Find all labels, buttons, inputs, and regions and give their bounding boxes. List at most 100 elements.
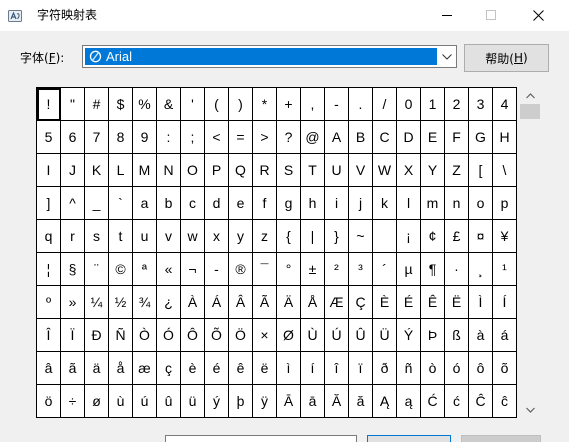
char-cell[interactable]: / [373,88,397,121]
char-cell[interactable]: j [349,187,373,220]
char-cell[interactable]: ¶ [421,253,445,286]
char-cell[interactable]: f [253,187,277,220]
char-cell[interactable]: ~ [349,220,373,253]
char-cell[interactable]: ® [229,253,253,286]
char-cell[interactable]: 0 [397,88,421,121]
char-cell[interactable]: ñ [397,352,421,385]
char-cell[interactable]: Þ [421,319,445,352]
char-cell[interactable]: [ [469,154,493,187]
char-cell[interactable]: Ù [301,319,325,352]
char-cell[interactable]: ° [277,253,301,286]
char-cell[interactable]: ä [85,352,109,385]
char-cell[interactable]: í [301,352,325,385]
char-cell[interactable]: Ā [277,385,301,418]
char-cell[interactable]: | [301,220,325,253]
char-cell[interactable]: Í [493,286,517,319]
char-cell[interactable]: 7 [85,121,109,154]
character-grid[interactable]: ! " # $% & '() * +, -./0 1 2 3 4 5 6 7 8 9:; < = >? @ A B C D E F G H… [36,87,517,418]
char-cell[interactable]: " [61,88,85,121]
char-cell[interactable]: ¿ [157,286,181,319]
char-cell[interactable]: 1 [421,88,445,121]
char-cell[interactable]: U [325,154,349,187]
char-cell[interactable]: ð [373,352,397,385]
scrollbar-thumb[interactable] [520,104,540,119]
char-cell[interactable]: £ [445,220,469,253]
char-cell[interactable]: m [421,187,445,220]
grid-scrollbar[interactable] [519,87,541,418]
char-cell[interactable]: Ă [325,385,349,418]
char-cell[interactable]: ² [325,253,349,286]
char-cell[interactable]: ) [229,88,253,121]
char-cell[interactable]: Ć [421,385,445,418]
char-cell[interactable]: ê [229,352,253,385]
char-cell[interactable]: ÷ [61,385,85,418]
char-cell[interactable]: - [205,253,229,286]
char-cell[interactable]: á [493,319,517,352]
char-cell[interactable]: ø [85,385,109,418]
char-cell[interactable]: ý [205,385,229,418]
char-cell[interactable]: ¼ [85,286,109,319]
char-cell[interactable]: n [445,187,469,220]
char-cell[interactable]: N [157,154,181,187]
char-cell[interactable]: O [181,154,205,187]
char-cell[interactable]: C [373,121,397,154]
char-cell[interactable]: & [157,88,181,121]
char-cell[interactable]: ¦ [37,253,61,286]
char-cell[interactable]: û [157,385,181,418]
char-cell[interactable]: ¬ [181,253,205,286]
char-cell[interactable]: A [325,121,349,154]
char-cell[interactable]: Õ [205,319,229,352]
char-cell[interactable]: ã [61,352,85,385]
char-cell[interactable]: S [277,154,301,187]
char-cell[interactable]: Ó [157,319,181,352]
char-cell[interactable]: » [61,286,85,319]
char-cell[interactable]: 9 [133,121,157,154]
char-cell[interactable]: * [253,88,277,121]
font-dropdown[interactable]: Arial [82,45,457,68]
char-cell[interactable]: Ñ [109,319,133,352]
char-cell[interactable]: @ [301,121,325,154]
char-cell[interactable]: ô [469,352,493,385]
char-cell[interactable]: ú [133,385,157,418]
char-cell[interactable]: Y [421,154,445,187]
char-cell[interactable]: ¥ [493,220,517,253]
char-cell[interactable]: P [205,154,229,187]
char-cell[interactable]: u [133,220,157,253]
char-cell[interactable]: ] [37,187,61,220]
char-cell[interactable]: ; [181,121,205,154]
char-cell[interactable] [373,220,397,253]
char-cell[interactable]: 3 [469,88,493,121]
char-cell[interactable]: w [181,220,205,253]
char-cell[interactable]: « [157,253,181,286]
char-cell[interactable]: ( [205,88,229,121]
char-cell[interactable]: ¾ [133,286,157,319]
chevron-down-icon[interactable] [442,54,452,60]
char-cell[interactable]: \ [493,154,517,187]
char-cell[interactable]: ë [253,352,277,385]
char-cell[interactable]: ¨ [85,253,109,286]
char-cell[interactable]: V [349,154,373,187]
char-cell[interactable]: ± [301,253,325,286]
char-cell[interactable]: Ô [181,319,205,352]
char-cell[interactable]: Ï [61,319,85,352]
char-cell[interactable]: d [205,187,229,220]
char-cell[interactable]: > [253,121,277,154]
char-cell[interactable]: ³ [349,253,373,286]
char-cell[interactable]: K [85,154,109,187]
title-bar[interactable]: 字符映射表 [0,0,569,31]
char-cell[interactable]: Q [229,154,253,187]
char-cell[interactable]: Î [37,319,61,352]
characters-to-copy-input[interactable] [165,435,357,442]
char-cell[interactable]: Ì [469,286,493,319]
char-cell[interactable]: } [325,220,349,253]
minimize-button[interactable] [424,0,470,30]
char-cell[interactable]: à [469,319,493,352]
char-cell[interactable]: Æ [325,286,349,319]
char-cell[interactable]: ì [277,352,301,385]
char-cell[interactable]: ¤ [469,220,493,253]
char-cell[interactable]: õ [493,352,517,385]
close-button[interactable] [515,0,561,30]
char-cell[interactable]: Ê [421,286,445,319]
char-cell[interactable]: 5 [37,121,61,154]
char-cell[interactable]: v [157,220,181,253]
